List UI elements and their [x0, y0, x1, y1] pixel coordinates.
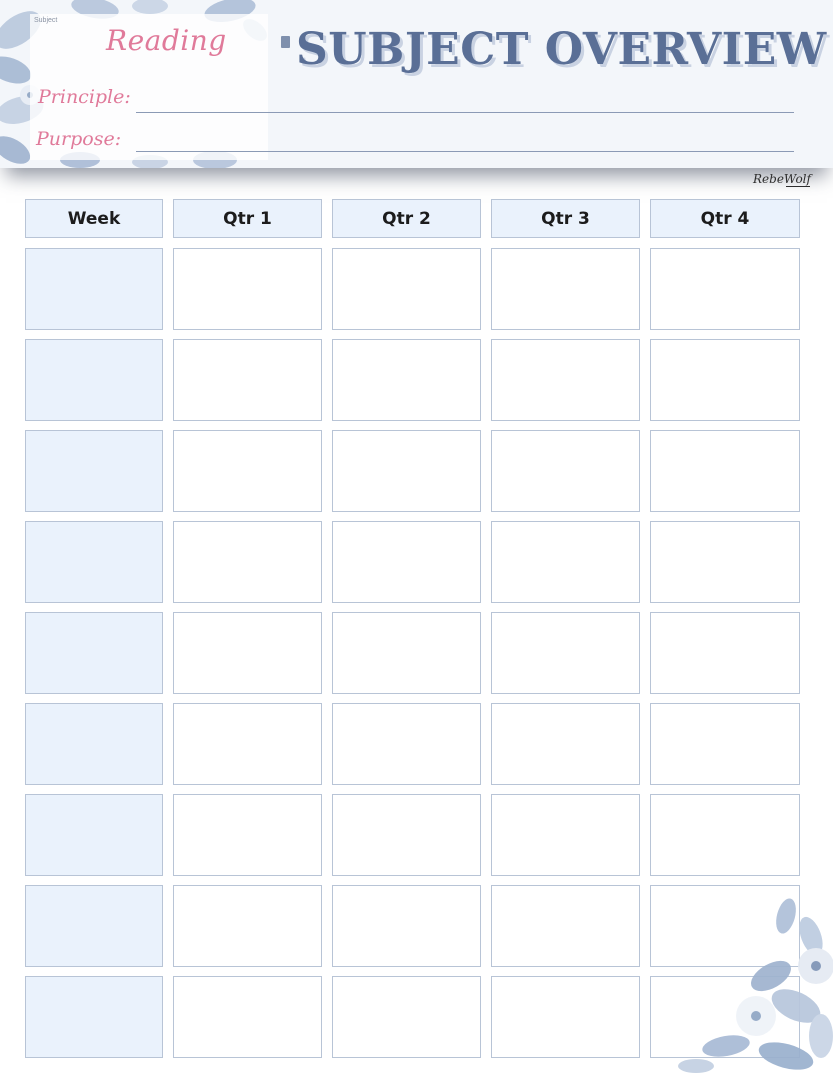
- page-title: SUBJECT OVERVIEW: [296, 24, 827, 75]
- cell-qtr-2-row-5[interactable]: [332, 612, 481, 694]
- column-header-qtr-2: Qtr 2: [332, 199, 481, 238]
- cell-qtr-1-row-7[interactable]: [173, 794, 322, 876]
- column-header-week: Week: [25, 199, 163, 238]
- cell-qtr-1-row-9[interactable]: [173, 976, 322, 1058]
- cell-week-row-7[interactable]: [25, 794, 163, 876]
- cell-qtr-1-row-3[interactable]: [173, 430, 322, 512]
- cell-qtr-4-row-5[interactable]: [650, 612, 800, 694]
- cell-qtr-1-row-1[interactable]: [173, 248, 322, 330]
- cell-qtr-3-row-3[interactable]: [491, 430, 640, 512]
- cell-week-row-6[interactable]: [25, 703, 163, 785]
- cell-qtr-3-row-8[interactable]: [491, 885, 640, 967]
- cell-week-row-4[interactable]: [25, 521, 163, 603]
- cell-qtr-3-row-2[interactable]: [491, 339, 640, 421]
- cell-week-row-9[interactable]: [25, 976, 163, 1058]
- column-header-qtr-4: Qtr 4: [650, 199, 800, 238]
- cell-qtr-1-row-2[interactable]: [173, 339, 322, 421]
- cell-qtr-2-row-1[interactable]: [332, 248, 481, 330]
- cell-week-row-1[interactable]: [25, 248, 163, 330]
- cell-qtr-2-row-2[interactable]: [332, 339, 481, 421]
- signature-logo: RebeWolf: [753, 172, 811, 186]
- cell-qtr-4-row-3[interactable]: [650, 430, 800, 512]
- cell-week-row-3[interactable]: [25, 430, 163, 512]
- cell-qtr-3-row-7[interactable]: [491, 794, 640, 876]
- cell-qtr-4-row-1[interactable]: [650, 248, 800, 330]
- subject-value[interactable]: Reading: [106, 24, 227, 57]
- cell-qtr-1-row-4[interactable]: [173, 521, 322, 603]
- column-header-qtr-1: Qtr 1: [173, 199, 322, 238]
- column-header-qtr-3: Qtr 3: [491, 199, 640, 238]
- cell-qtr-2-row-6[interactable]: [332, 703, 481, 785]
- cell-qtr-2-row-8[interactable]: [332, 885, 481, 967]
- purpose-label: Purpose:: [36, 128, 122, 150]
- cell-qtr-4-row-4[interactable]: [650, 521, 800, 603]
- cell-qtr-3-row-1[interactable]: [491, 248, 640, 330]
- cell-qtr-1-row-6[interactable]: [173, 703, 322, 785]
- signature-underline: [786, 186, 810, 187]
- cell-qtr-3-row-4[interactable]: [491, 521, 640, 603]
- cell-qtr-2-row-7[interactable]: [332, 794, 481, 876]
- subject-caption: Subject: [34, 17, 58, 24]
- cell-qtr-3-row-9[interactable]: [491, 976, 640, 1058]
- cell-qtr-2-row-3[interactable]: [332, 430, 481, 512]
- cell-qtr-4-row-2[interactable]: [650, 339, 800, 421]
- cell-qtr-4-row-7[interactable]: [650, 794, 800, 876]
- cell-qtr-4-row-6[interactable]: [650, 703, 800, 785]
- principle-field[interactable]: [136, 112, 794, 113]
- cell-qtr-3-row-5[interactable]: [491, 612, 640, 694]
- cell-week-row-5[interactable]: [25, 612, 163, 694]
- principle-label: Principle:: [38, 86, 131, 108]
- cell-qtr-1-row-8[interactable]: [173, 885, 322, 967]
- cell-qtr-3-row-6[interactable]: [491, 703, 640, 785]
- cell-qtr-1-row-5[interactable]: [173, 612, 322, 694]
- purpose-field[interactable]: [136, 151, 794, 152]
- cell-week-row-2[interactable]: [25, 339, 163, 421]
- cell-week-row-8[interactable]: [25, 885, 163, 967]
- title-marker-icon: [281, 36, 290, 48]
- cell-qtr-2-row-4[interactable]: [332, 521, 481, 603]
- cell-qtr-2-row-9[interactable]: [332, 976, 481, 1058]
- subject-overview-page: Subject Reading Principle: Purpose: SUBJ…: [0, 0, 833, 1079]
- floral-decoration-bottom-right-icon: [678, 898, 833, 1073]
